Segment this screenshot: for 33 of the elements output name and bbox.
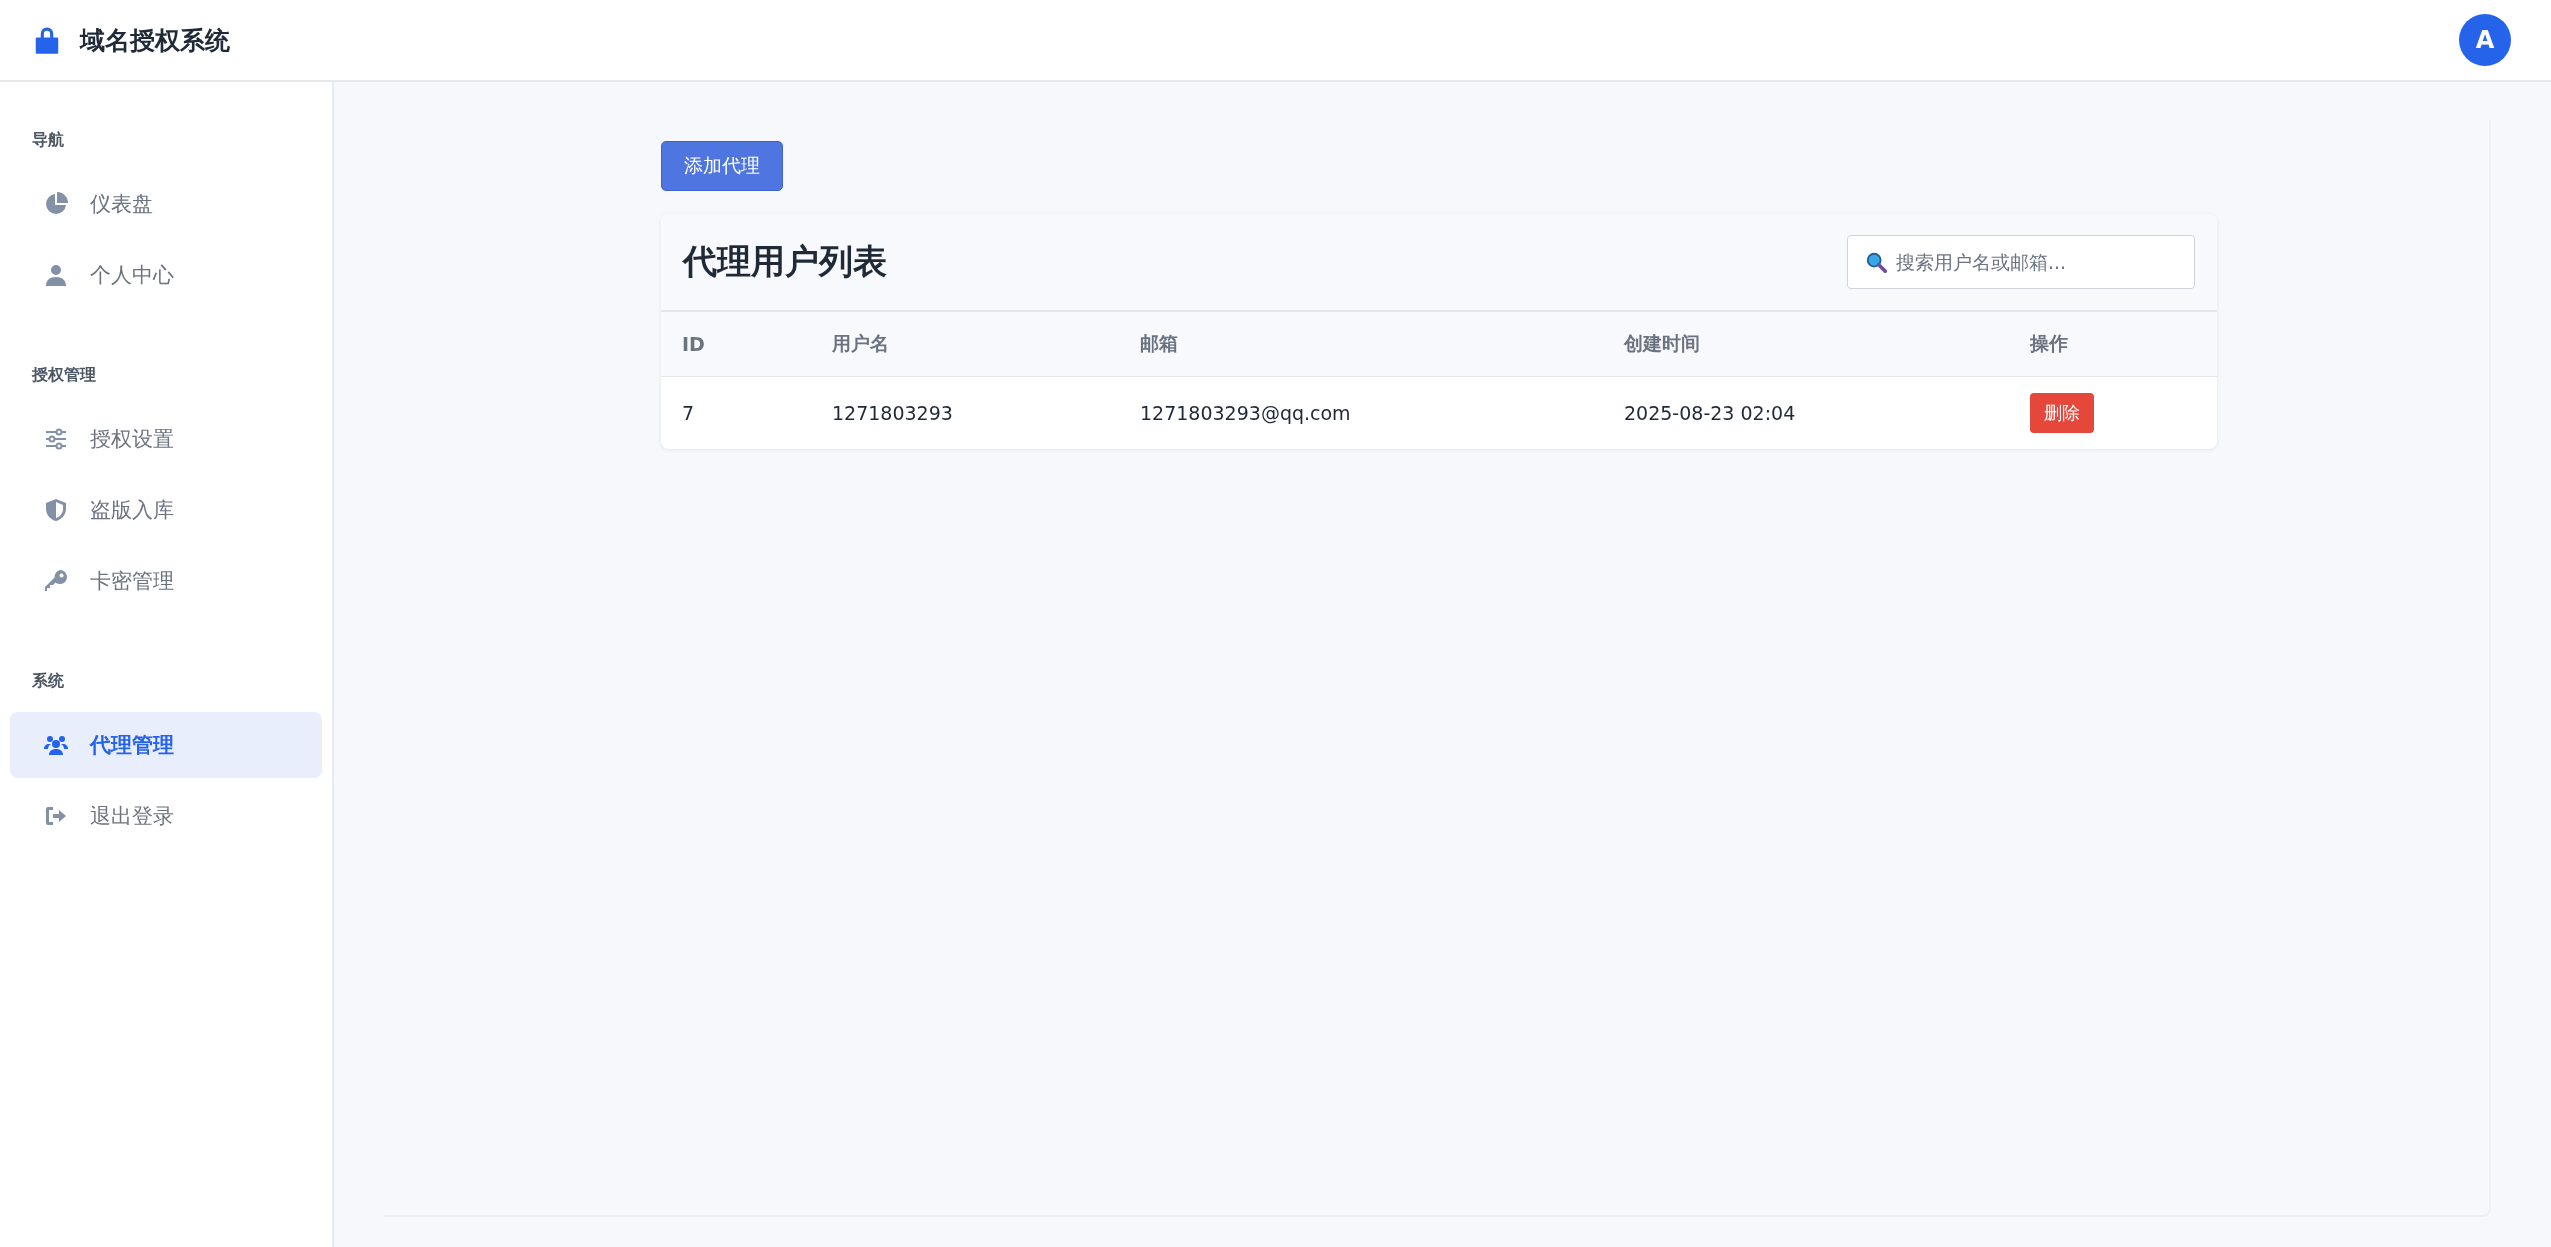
pie-icon (44, 192, 68, 216)
app-title: 域名授权系统 (80, 24, 230, 57)
table-cell: 1271803293 (832, 402, 953, 424)
table-cell: 1271803293@qq.com (1140, 402, 1351, 424)
sidebar-item[interactable]: 代理管理 (10, 712, 322, 778)
column-header: ID (661, 312, 811, 377)
avatar-button[interactable]: A (2459, 14, 2511, 66)
key-icon (44, 569, 68, 593)
sidebar-item[interactable]: 授权设置 (10, 406, 322, 472)
user-icon (44, 263, 68, 287)
column-header: 创建时间 (1603, 312, 2009, 377)
section-label: 系统 (31, 671, 65, 692)
column-header: 用户名 (811, 312, 1119, 377)
section-label: 授权管理 (31, 365, 97, 386)
delete-button[interactable]: 删除 (2030, 393, 2094, 433)
card-title: 代理用户列表 (683, 240, 887, 283)
column-header: 操作 (2009, 312, 2217, 377)
magnifier-icon (1865, 251, 1887, 273)
sidebar-item[interactable]: 退出登录 (10, 783, 322, 849)
users-icon (44, 733, 68, 757)
shield-icon (44, 498, 68, 522)
section-label: 导航 (31, 130, 65, 151)
table-cell: 2025-08-23 02:04 (1624, 402, 1796, 424)
sliders-icon (44, 427, 68, 451)
search-field[interactable]: 搜索用户名或邮箱... (1847, 235, 2195, 289)
sidebar-item[interactable]: 盗版入库 (10, 477, 322, 543)
sidebar-item[interactable]: 仪表盘 (10, 171, 322, 237)
sidebar-item[interactable]: 卡密管理 (10, 548, 322, 614)
table-cell: 7 (682, 402, 695, 424)
column-header: 邮箱 (1119, 312, 1603, 377)
add-agent-button[interactable]: 添加代理 (661, 141, 783, 191)
logout-icon (44, 804, 68, 828)
sidebar-item[interactable]: 个人中心 (10, 242, 322, 308)
